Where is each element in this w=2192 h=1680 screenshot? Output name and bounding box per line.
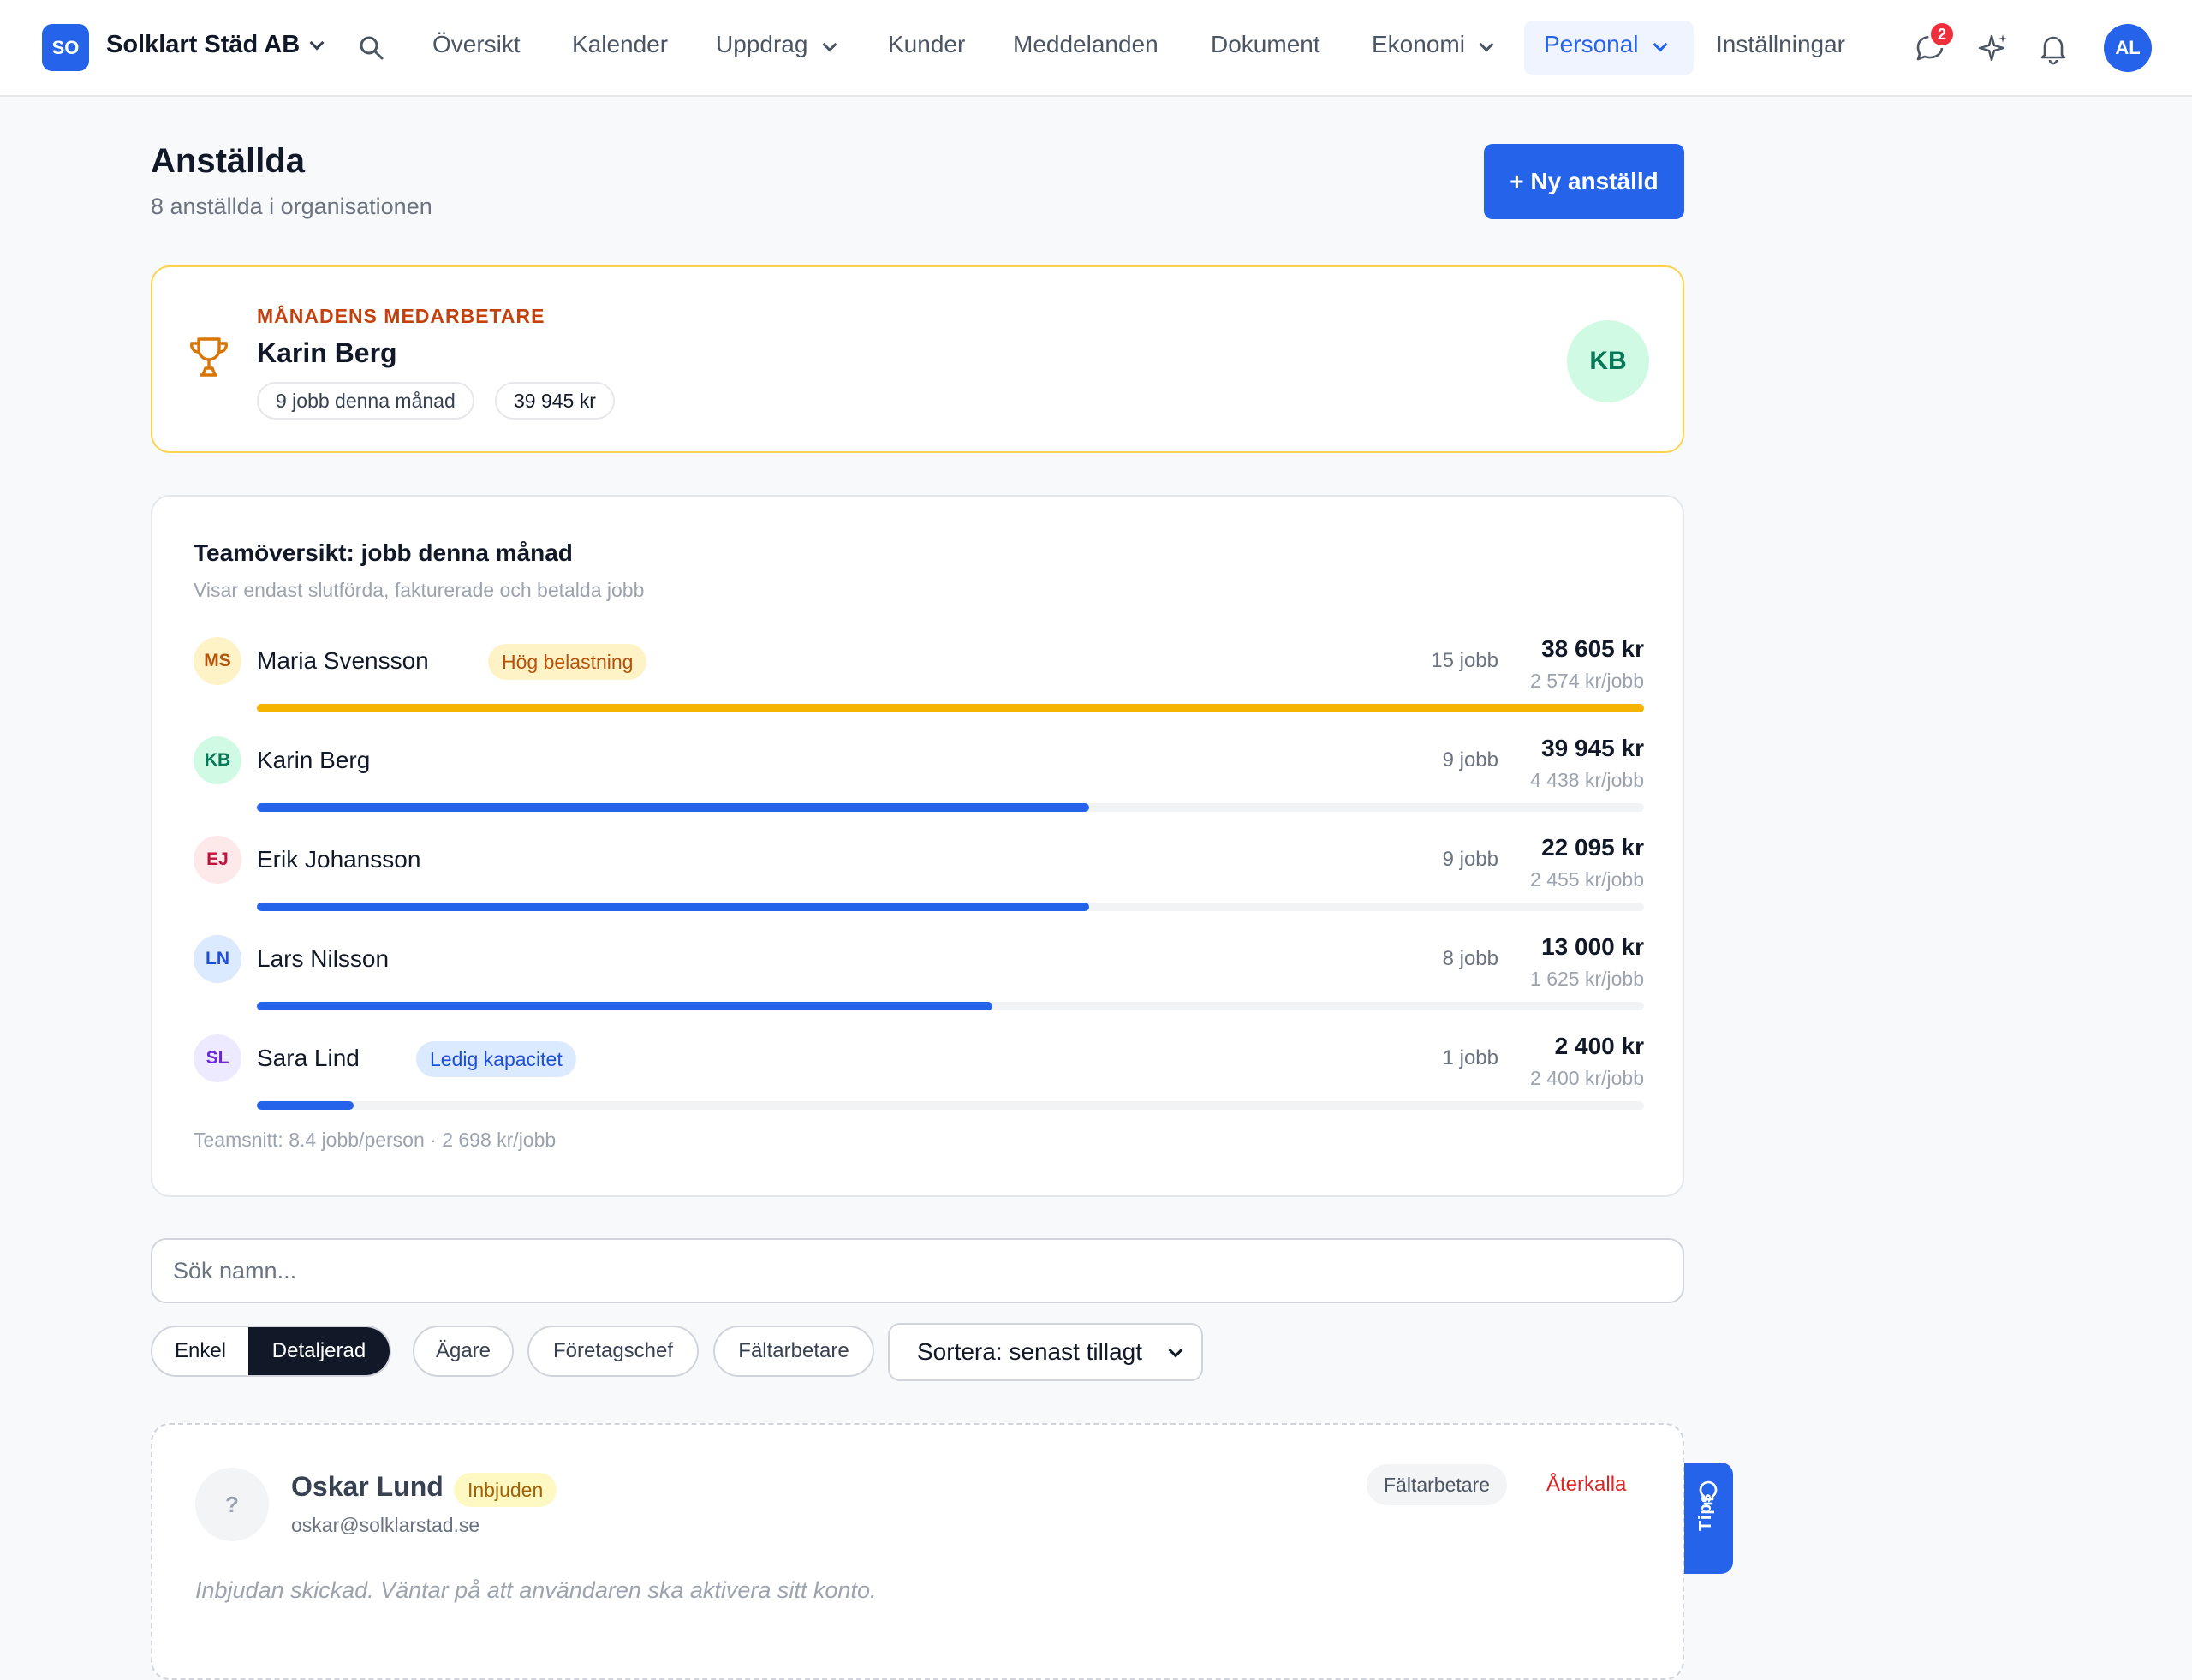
workload-bar-fill: [257, 704, 1644, 712]
revenue-per-job: 2 574 kr/jobb: [1530, 670, 1644, 692]
chevron-down-icon[interactable]: [822, 37, 837, 52]
employee-name: Lars Nilsson: [257, 945, 390, 972]
team-overview-card: Teamöversikt: jobb denna månad Visar end…: [151, 495, 1684, 1197]
filter-manager[interactable]: Företagschef: [527, 1326, 699, 1377]
sort-label: Sortera: senast tillagt: [917, 1338, 1143, 1365]
nav-dokument[interactable]: Dokument: [1211, 31, 1320, 58]
tips-label: Tips: [1696, 1492, 1715, 1531]
revenue-per-job: 2 455 kr/jobb: [1530, 868, 1644, 891]
bell-icon[interactable]: [2036, 31, 2070, 65]
view-detailed-button[interactable]: Detaljerad: [248, 1327, 390, 1375]
eom-revenue-pill: 39 945 kr: [495, 382, 615, 420]
org-switcher[interactable]: Solklart Städ AB: [106, 31, 300, 59]
team-row[interactable]: MS Maria Svensson Hög belastning 15 jobb…: [194, 635, 1644, 723]
invited-name: Oskar Lund: [291, 1471, 444, 1502]
new-employee-button[interactable]: + Ny anställd: [1484, 144, 1684, 219]
chevron-down-icon[interactable]: [1479, 37, 1494, 52]
invited-employee-card: ? Oskar Lund Inbjuden oskar@solklarstad.…: [151, 1423, 1684, 1680]
employee-name: Karin Berg: [257, 747, 371, 773]
employee-name: Erik Johansson: [257, 846, 421, 873]
revenue-per-job: 4 438 kr/jobb: [1530, 769, 1644, 791]
workload-bar-fill: [257, 903, 1089, 911]
avatar: MS: [194, 637, 241, 685]
revenue-total: 2 400 kr: [1554, 1033, 1644, 1059]
trophy-icon: [190, 337, 228, 377]
revenue-total: 39 945 kr: [1541, 735, 1644, 761]
team-row[interactable]: SL Sara Lind Ledig kapacitet 1 jobb 2 40…: [194, 1033, 1644, 1120]
job-count: 9 jobb: [1442, 848, 1498, 871]
chevron-down-icon: [1168, 1343, 1183, 1358]
team-average: Teamsnitt: 8.4 jobb/person · 2 698 kr/jo…: [194, 1129, 557, 1151]
eom-avatar: KB: [1567, 320, 1649, 402]
workload-bar-fill: [257, 1101, 354, 1110]
search-icon[interactable]: [358, 34, 385, 62]
team-title: Teamöversikt: jobb denna månad: [194, 539, 573, 566]
view-simple-button[interactable]: Enkel: [152, 1327, 248, 1375]
workload-bar: [257, 1002, 1644, 1010]
revenue-per-job: 2 400 kr/jobb: [1530, 1067, 1644, 1089]
nav-uppdrag[interactable]: Uppdrag: [716, 31, 807, 58]
team-subtitle: Visar endast slutförda, fakturerade och …: [194, 579, 645, 601]
workload-bar: [257, 704, 1644, 712]
invite-note: Inbjudan skickad. Väntar på att användar…: [195, 1577, 877, 1603]
revenue-total: 13 000 kr: [1541, 933, 1644, 960]
nav-personal[interactable]: Personal: [1544, 31, 1639, 58]
sparkle-icon[interactable]: [1976, 31, 2010, 65]
message-count-badge: 2: [1928, 21, 1956, 48]
page-subtitle: 8 anställda i organisationen: [151, 194, 432, 219]
revenue-total: 38 605 kr: [1541, 635, 1644, 662]
nav-meddelanden[interactable]: Meddelanden: [1013, 31, 1159, 58]
tips-tab[interactable]: Tips: [1684, 1463, 1733, 1574]
nav-ekonomi[interactable]: Ekonomi: [1372, 31, 1465, 58]
org-badge[interactable]: SO: [42, 24, 89, 71]
team-row[interactable]: EJ Erik Johansson 9 jobb 22 095 kr 2 455…: [194, 834, 1644, 921]
job-count: 9 jobb: [1442, 748, 1498, 771]
revoke-invite-button[interactable]: Återkalla: [1546, 1473, 1626, 1497]
chevron-down-icon[interactable]: [309, 35, 325, 51]
nav-kalender[interactable]: Kalender: [572, 31, 668, 58]
employee-of-month-card: MÅNADENS MEDARBETARE Karin Berg 9 jobb d…: [151, 265, 1684, 453]
workload-bar: [257, 1101, 1644, 1110]
view-toggle: Enkel Detaljerad: [151, 1326, 391, 1377]
revenue-total: 22 095 kr: [1541, 834, 1644, 861]
avatar: LN: [194, 935, 241, 983]
job-count: 1 jobb: [1442, 1046, 1498, 1069]
status-badge: Hög belastning: [488, 644, 647, 680]
job-count: 15 jobb: [1431, 649, 1498, 672]
avatar: EJ: [194, 836, 241, 884]
workload-bar-fill: [257, 1002, 992, 1010]
status-badge: Inbjuden: [454, 1473, 557, 1507]
workload-bar-fill: [257, 803, 1089, 812]
eom-kicker: MÅNADENS MEDARBETARE: [257, 305, 545, 327]
nav-kunder[interactable]: Kunder: [888, 31, 965, 58]
eom-jobs-pill: 9 jobb denna månad: [257, 382, 474, 420]
nav-oversikt[interactable]: Översikt: [432, 31, 521, 58]
filter-owner[interactable]: Ägare: [413, 1326, 514, 1377]
filter-field-worker[interactable]: Fältarbetare: [713, 1326, 874, 1377]
role-badge: Fältarbetare: [1367, 1464, 1508, 1505]
nav-installningar[interactable]: Inställningar: [1716, 31, 1845, 58]
invited-email: oskar@solklarstad.se: [291, 1514, 480, 1536]
revenue-per-job: 1 625 kr/jobb: [1530, 968, 1644, 990]
workload-bar: [257, 803, 1644, 812]
user-avatar[interactable]: AL: [2104, 24, 2152, 72]
search-input[interactable]: [151, 1238, 1684, 1303]
page-title: Anställda: [151, 142, 306, 180]
team-row[interactable]: LN Lars Nilsson 8 jobb 13 000 kr 1 625 k…: [194, 933, 1644, 1021]
avatar: KB: [194, 736, 241, 784]
status-badge: Ledig kapacitet: [416, 1041, 576, 1077]
employee-name: Maria Svensson: [257, 647, 429, 674]
sort-select[interactable]: Sortera: senast tillagt: [888, 1323, 1203, 1381]
avatar: SL: [194, 1034, 241, 1082]
employee-name: Sara Lind: [257, 1045, 360, 1071]
job-count: 8 jobb: [1442, 947, 1498, 970]
workload-bar: [257, 903, 1644, 911]
top-navigation: SO Solklart Städ AB Översikt Kalender Up…: [0, 0, 2192, 97]
eom-name: Karin Berg: [257, 337, 397, 368]
avatar: ?: [195, 1468, 269, 1541]
team-row[interactable]: KB Karin Berg 9 jobb 39 945 kr 4 438 kr/…: [194, 735, 1644, 822]
